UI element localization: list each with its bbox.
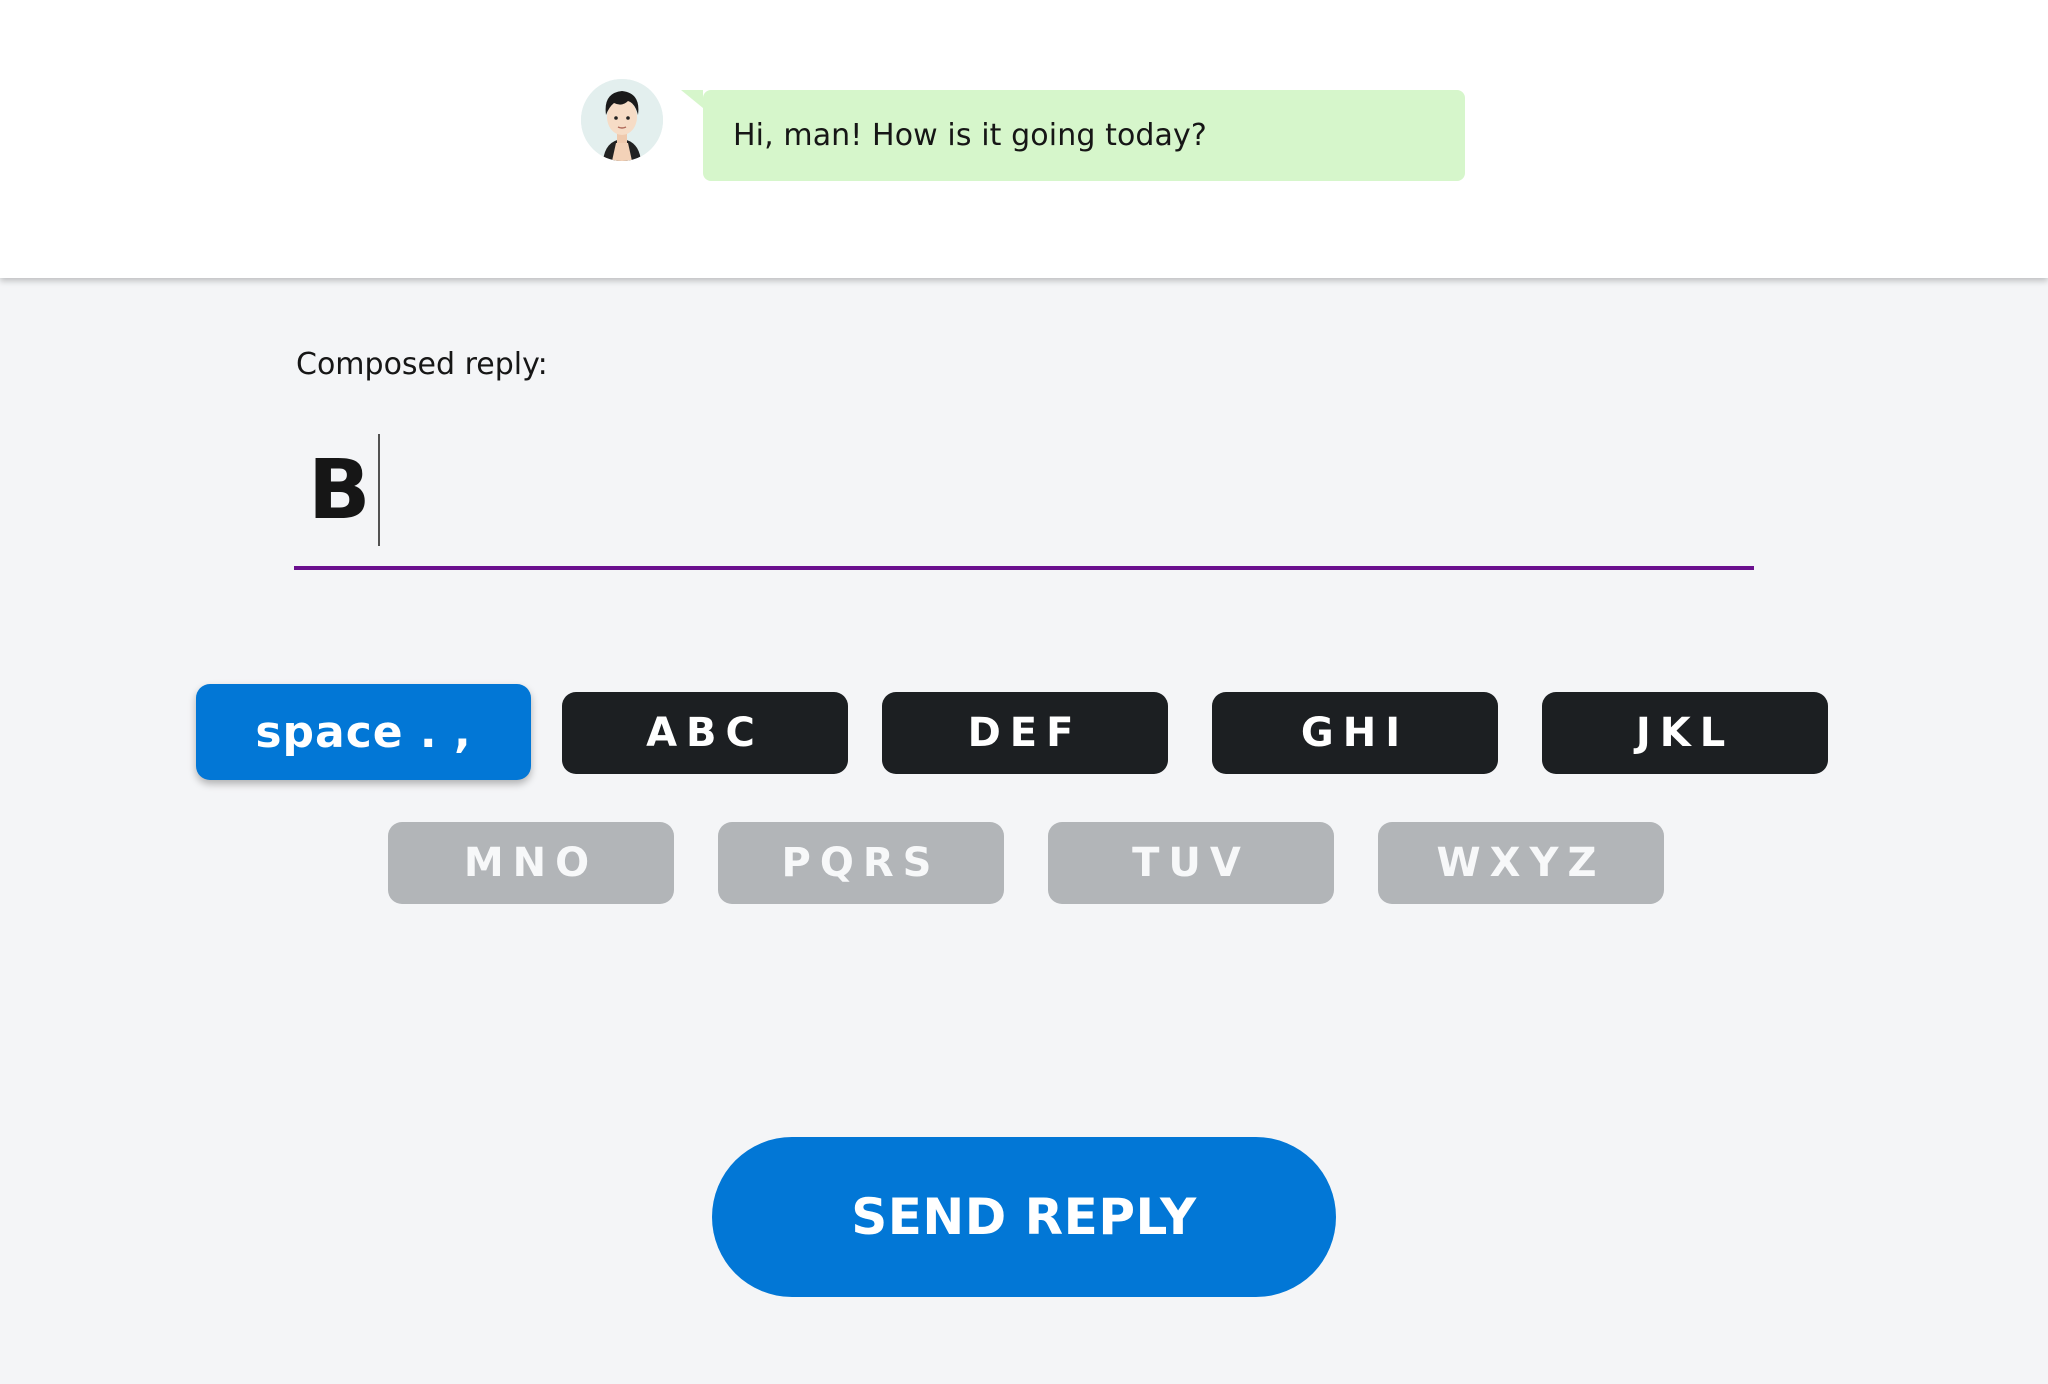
key-space-punctuation[interactable]: space . , <box>196 684 531 780</box>
key-tuv[interactable]: TUV <box>1048 822 1334 904</box>
incoming-message-text: Hi, man! How is it going today? <box>733 118 1207 153</box>
composed-reply-label: Composed reply: <box>296 347 548 382</box>
send-reply-button[interactable]: SEND REPLY <box>712 1137 1336 1297</box>
key-def[interactable]: DEF <box>882 692 1168 774</box>
incoming-message-header: Hi, man! How is it going today? <box>0 0 2048 278</box>
key-jkl[interactable]: JKL <box>1542 692 1828 774</box>
key-mno[interactable]: MNO <box>388 822 674 904</box>
bubble-tail <box>681 90 703 108</box>
key-wxyz[interactable]: WXYZ <box>1378 822 1664 904</box>
composed-reply-text: B <box>308 443 371 538</box>
text-caret <box>378 434 380 546</box>
key-ghi[interactable]: GHI <box>1212 692 1498 774</box>
key-pqrs[interactable]: PQRS <box>718 822 1004 904</box>
composed-reply-field[interactable]: B <box>294 426 1754 570</box>
key-abc[interactable]: ABC <box>562 692 848 774</box>
person-avatar-icon <box>581 79 663 161</box>
incoming-message-bubble: Hi, man! How is it going today? <box>681 90 1465 181</box>
